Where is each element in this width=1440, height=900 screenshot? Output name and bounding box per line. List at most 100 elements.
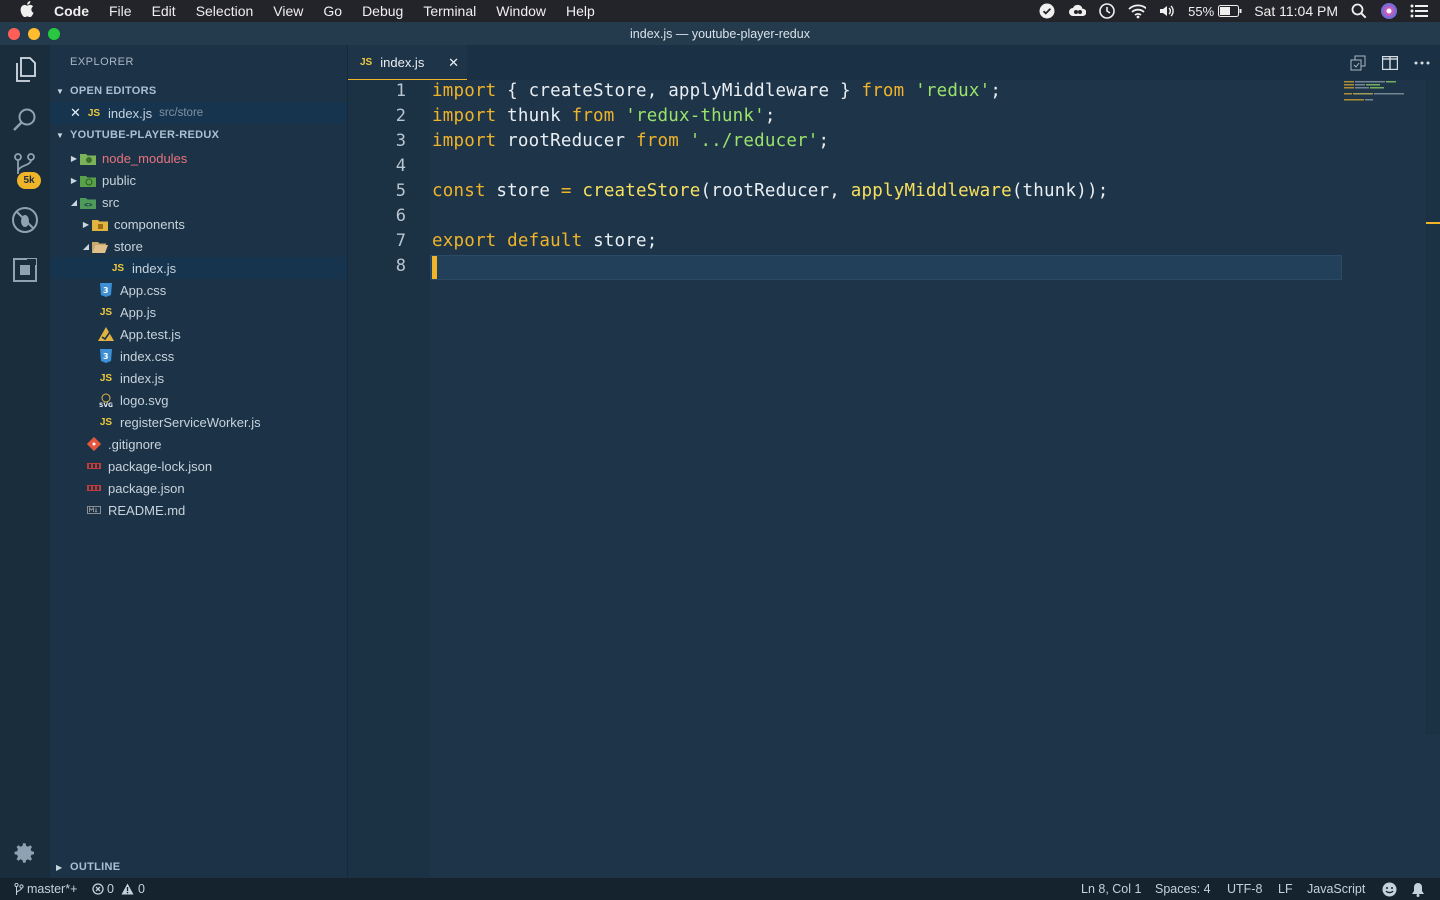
search-icon[interactable] [0,95,50,145]
svg-text:3: 3 [103,286,109,295]
line-number: 4 [395,156,406,176]
project-header[interactable]: ▼ YOUTUBE-PLAYER-REDUX [50,124,348,146]
explorer-icon[interactable] [0,45,50,95]
current-line-highlight [430,255,1342,280]
siri-icon[interactable] [1380,2,1398,20]
open-editor-item[interactable]: ✕ JS index.js src/store [50,102,347,124]
open-editors-header[interactable]: ▼ OPEN EDITORS [50,80,348,102]
menu-terminal[interactable]: Terminal [413,0,486,22]
encoding-status[interactable]: UTF-8 [1227,878,1262,900]
menu-go[interactable]: Go [313,0,352,22]
window-title-bar: index.js — youtube-player-redux [0,22,1440,45]
time-machine-icon[interactable] [1098,2,1116,20]
window-close-button[interactable] [8,28,20,40]
split-editor-icon[interactable] [1380,53,1400,73]
problems-status[interactable]: 0 0 [92,878,145,900]
outline-label: OUTLINE [70,861,121,873]
close-tab-icon[interactable]: ✕ [448,55,459,71]
tree-label: components [114,216,185,232]
git-branch-status[interactable]: master*+ [14,878,77,900]
menu-app-code[interactable]: Code [54,0,99,22]
tree-file-gitignore[interactable]: .gitignore [50,433,347,455]
menu-edit[interactable]: Edit [142,0,186,22]
extensions-icon[interactable] [0,245,50,295]
indentation-status[interactable]: Spaces: 4 [1155,878,1211,900]
volume-icon[interactable] [1158,2,1176,20]
tree-file-app-js[interactable]: JS App.js [50,301,347,323]
window-maximize-button[interactable] [48,28,60,40]
minimap[interactable] [1342,80,1426,140]
node-folder-icon [80,150,96,166]
cursor-position-status[interactable]: Ln 8, Col 1 [1081,878,1141,900]
code-line-7[interactable]: export default store; [432,231,657,251]
creative-cloud-icon[interactable] [1068,2,1087,20]
code-line-3[interactable]: import rootReducer from '../reducer'; [432,131,829,151]
battery-icon[interactable] [1218,2,1242,20]
code-line-5[interactable]: const store = createStore(rootReducer, a… [432,181,1108,201]
tree-file-readme-md[interactable]: README.md [50,499,347,521]
project-label: YOUTUBE-PLAYER-REDUX [70,129,220,141]
chevron-right-icon: ▶ [70,175,78,185]
tree-folder-node-modules[interactable]: ▶ node_modules [50,147,347,169]
tree-file-package-lock-json[interactable]: package-lock.json [50,455,347,477]
line-number: 2 [395,106,406,126]
code-editor[interactable]: 1 2 3 4 5 6 7 8 import { createStore, ap… [348,80,1440,878]
tree-file-app-test-js[interactable]: App.test.js [50,323,347,345]
apple-icon[interactable] [0,1,54,21]
debug-icon[interactable] [0,195,50,245]
menu-window[interactable]: Window [486,0,556,22]
clock[interactable]: Sat 11:04 PM [1254,3,1338,19]
tree-file-logo-svg[interactable]: SVG logo.svg [50,389,347,411]
more-actions-icon[interactable] [1412,53,1432,73]
tree-folder-src[interactable]: ◢ <> src [50,191,347,213]
language-mode-status[interactable]: JavaScript [1307,878,1365,900]
svg-file-icon: SVG [98,392,114,408]
tree-label: public [102,172,136,188]
close-editor-icon[interactable]: ✕ [70,105,84,121]
tree-folder-store[interactable]: ◢ store [50,235,347,257]
outline-section[interactable]: ▶ OUTLINE [50,856,348,878]
outline-header[interactable]: ▶ OUTLINE [50,856,348,878]
wifi-icon[interactable] [1128,2,1147,20]
tree-file-app-css[interactable]: 3 App.css [50,279,347,301]
settings-gear-icon[interactable] [0,828,50,878]
code-token: store [485,181,561,201]
chevron-right-icon: ▶ [56,862,63,872]
tree-file-store-index-js[interactable]: JS index.js [50,257,347,279]
vertical-scrollbar[interactable] [1426,80,1440,735]
menu-debug[interactable]: Debug [352,0,413,22]
eol-status[interactable]: LF [1278,878,1293,900]
code-line-1[interactable]: import { createStore, applyMiddleware } … [432,81,1001,101]
feedback-smiley-icon[interactable] [1382,878,1397,900]
tree-label: index.css [120,348,175,364]
tree-file-package-json[interactable]: package.json [50,477,347,499]
code-token: { createStore, applyMiddleware } [496,81,862,101]
tree-label: logo.svg [120,392,169,408]
menu-file[interactable]: File [99,0,142,22]
menu-help[interactable]: Help [556,0,605,22]
battery-percent: 55% [1188,3,1215,19]
chevron-down-icon: ◢ [82,241,90,251]
menu-selection[interactable]: Selection [186,0,264,22]
code-token: createStore [582,181,701,201]
notification-center-icon[interactable] [1410,2,1428,20]
tab-index-js[interactable]: JS index.js ✕ [348,45,467,80]
notifications-bell-icon[interactable] [1411,878,1425,900]
tree-folder-public[interactable]: ▶ public [50,169,347,191]
tree-folder-components[interactable]: ▶ components [50,213,347,235]
tree-file-register-service-worker[interactable]: JS registerServiceWorker.js [50,411,347,433]
open-changes-icon[interactable] [1348,53,1368,73]
tree-file-index-js[interactable]: JS index.js [50,367,347,389]
chevron-right-icon: ▶ [82,219,90,229]
tree-label: .gitignore [108,436,162,452]
scm-count-badge: 5k [17,172,41,189]
spotlight-search-icon[interactable] [1350,2,1368,20]
tree-file-index-css[interactable]: 3 index.css [50,345,347,367]
checkmark-status-icon[interactable] [1038,2,1056,20]
window-minimize-button[interactable] [28,28,40,40]
code-line-2[interactable]: import thunk from 'redux-thunk'; [432,106,776,126]
svg-text:<>: <> [84,201,92,209]
menu-view[interactable]: View [263,0,313,22]
tree-label: index.js [132,260,177,276]
